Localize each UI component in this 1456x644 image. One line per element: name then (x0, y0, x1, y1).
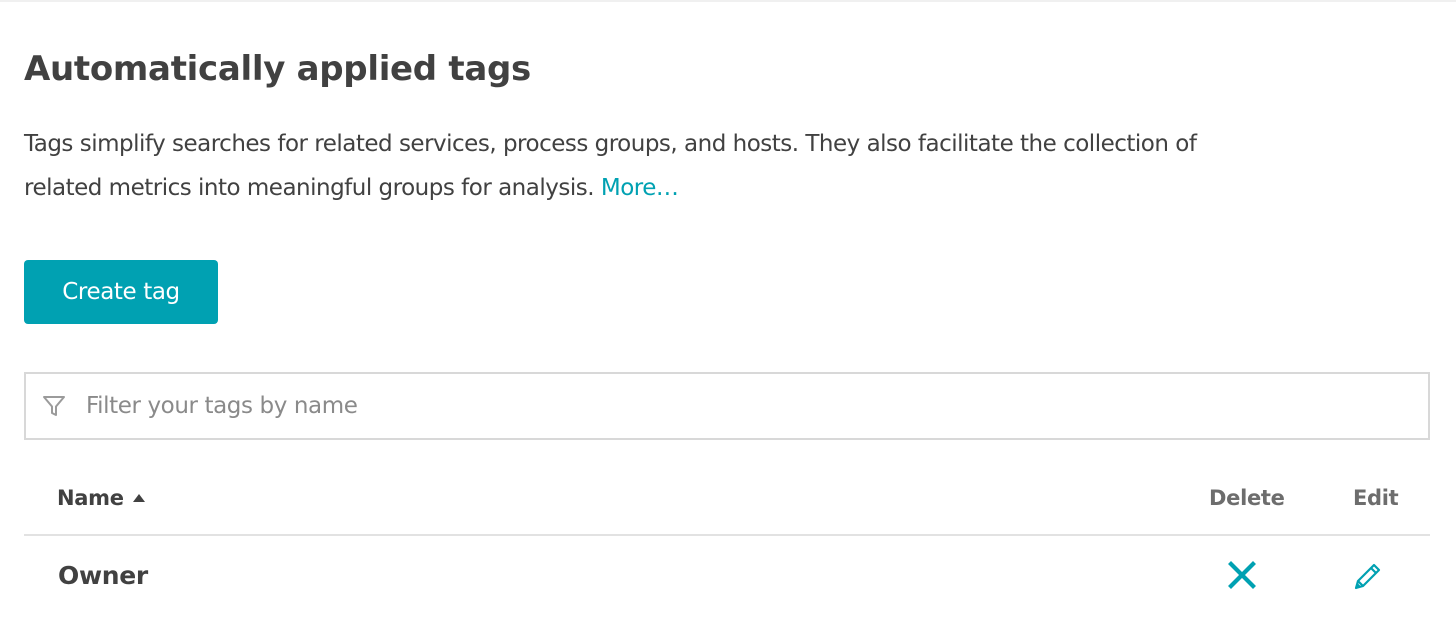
page-title: Automatically applied tags (24, 49, 531, 89)
sort-ascending-icon (132, 494, 145, 502)
filter-input[interactable] (86, 393, 1386, 419)
top-divider (0, 0, 1456, 2)
table-row: Owner (24, 538, 1430, 614)
filter-icon (39, 391, 69, 421)
column-header-edit: Edit (1353, 486, 1399, 510)
edit-tag-button[interactable] (1350, 557, 1386, 593)
page-description: Tags simplify searches for related servi… (24, 122, 1204, 210)
tag-name: Owner (58, 561, 148, 590)
pencil-icon (1354, 563, 1381, 590)
column-header-name-label: Name (57, 486, 124, 510)
delete-tag-button[interactable] (1225, 558, 1259, 592)
column-header-delete: Delete (1209, 486, 1285, 510)
more-link[interactable]: More… (601, 175, 679, 201)
column-header-name[interactable]: Name (57, 486, 145, 510)
create-tag-button[interactable]: Create tag (24, 260, 218, 324)
table-header: Name Delete Edit (24, 470, 1430, 536)
filter-box[interactable] (24, 372, 1430, 440)
close-icon (1228, 561, 1256, 589)
